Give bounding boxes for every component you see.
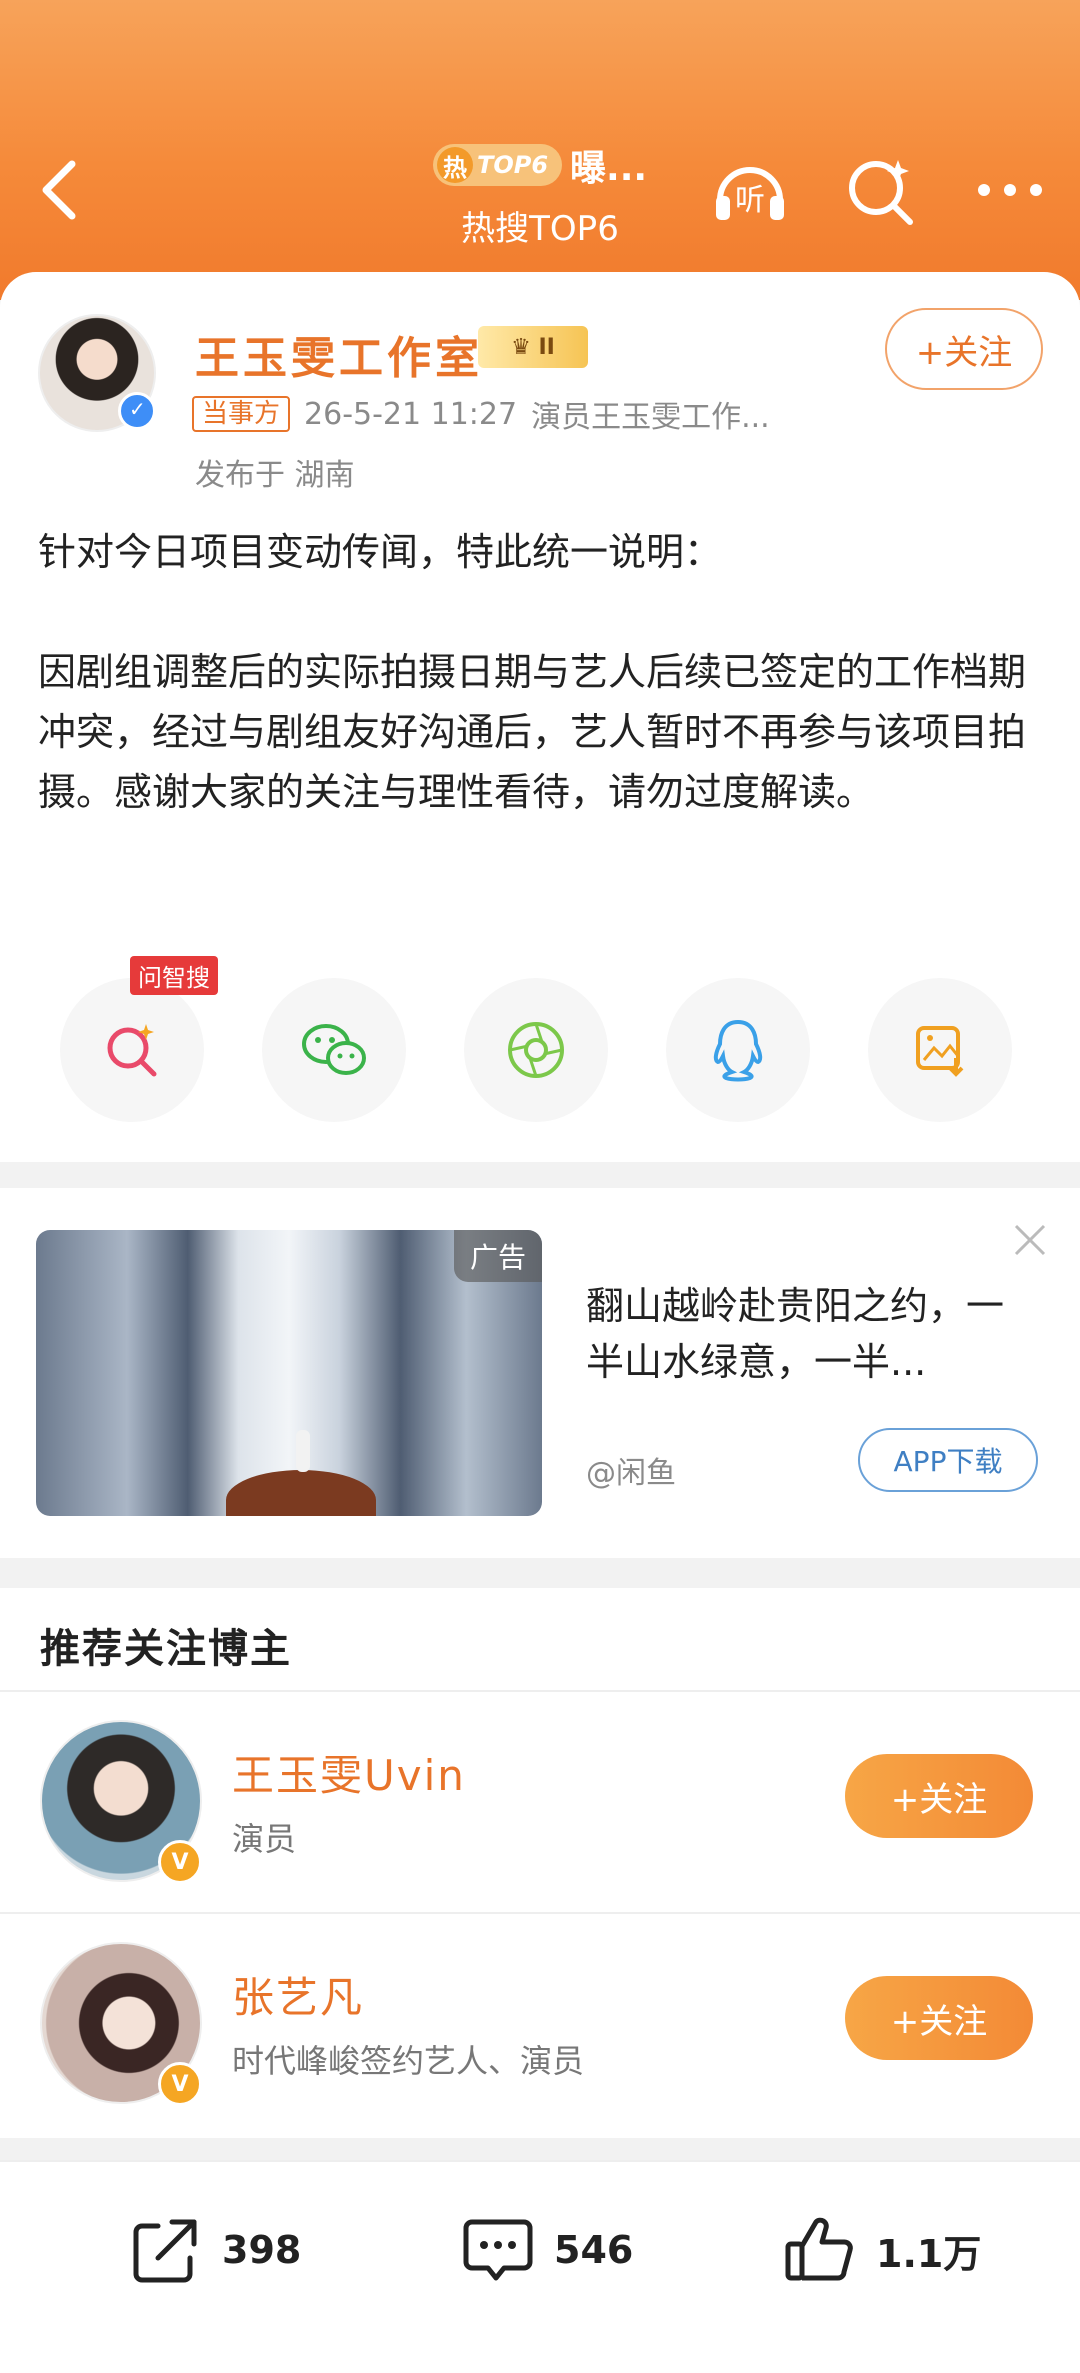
recommend-name[interactable]: 张艺凡 [232,1964,364,2025]
verified-icon [118,392,156,430]
save-image-icon [916,1026,964,1077]
recommend-name[interactable]: 王玉雯Uvin [232,1742,466,1803]
share-row: 问智搜 [60,956,1012,1122]
ad-image-rock [226,1470,376,1516]
moments-button[interactable] [464,978,608,1122]
repost-icon [133,2219,197,2283]
listen-label: 听 [735,183,765,218]
recommend-item[interactable]: V 王玉雯Uvin 演员 +关注 [0,1692,1080,1912]
app-download-button[interactable]: APP下载 [858,1428,1038,1492]
recommend-follow-button[interactable]: +关注 [845,1976,1033,2060]
comment-count: 546 [554,2228,634,2272]
comment-button[interactable]: 546 [460,2212,633,2288]
hot-topic-title: 曝... [570,148,648,189]
close-icon[interactable] [1010,1220,1050,1260]
more-icon[interactable] [970,150,1050,230]
post-card: 王玉雯工作室 ♛ II +关注 当事方 26-5-21 11:27 演员王玉雯工… [0,272,1080,1162]
post-text-line: 针对今日项目变动传闻，特此统一说明： [38,530,723,574]
ad-label: 广告 [453,1230,542,1282]
hot-rank-badge: 热 TOP6 [432,144,563,186]
listen-icon[interactable]: 听 [710,150,790,230]
post-meta: 当事方 26-5-21 11:27 演员王玉雯工作... [192,392,770,436]
qq-icon [713,1019,763,1082]
comment-icon [463,2219,533,2281]
hot-topic-subtitle: 热搜TOP6 [461,209,619,249]
hot-badge-rank: TOP6 [476,151,549,179]
like-icon [785,2217,853,2281]
post-time: 26-5-21 11:27 [304,396,518,432]
post-body: 针对今日项目变动传闻，特此统一说明： 因剧组调整后的实际拍摄日期与艺人后续已签定… [38,522,1043,822]
recommend-title: 推荐关注博主 [40,1626,292,1672]
ai-search-tag: 问智搜 [130,956,218,995]
qq-button[interactable] [666,978,810,1122]
vip-badge[interactable]: ♛ II [478,326,588,368]
recommend-desc: 演员 [232,1820,297,1858]
ad-card[interactable]: 广告 翻山越岭赴贵阳之约，一半山水绿意，一半... @闲鱼 APP下载 [0,1188,1080,1558]
follow-button[interactable]: +关注 [885,308,1043,390]
recommend-follow-button[interactable]: +关注 [845,1754,1033,1838]
recommend-desc: 时代峰峻签约艺人、演员 [232,2042,585,2080]
save-image-button[interactable] [868,978,1012,1122]
crown-icon: ♛ [511,334,539,360]
search-icon[interactable] [840,150,920,230]
ad-image-person [296,1430,310,1472]
author-name[interactable]: 王玉雯工作室 [195,322,483,386]
top-header: 热 TOP6 曝... 热搜TOP6 听 [0,0,1080,300]
verified-gold-icon: V [158,2062,202,2106]
publish-location: 发布于 湖南 [195,458,355,493]
back-icon[interactable] [30,150,90,230]
search-ai-icon [107,1024,157,1077]
post-text-paragraph: 因剧组调整后的实际拍摄日期与艺人后续已签定的工作档期冲突，经过与剧组友好沟通后，… [38,650,1027,814]
like-button[interactable]: 1.1万 [782,2212,981,2288]
bottom-action-bar: 398 546 1.1万 [0,2160,1080,2373]
hot-search-title[interactable]: 热 TOP6 曝... 热搜TOP6 [400,135,680,255]
repost-button[interactable]: 398 [128,2212,301,2288]
recommend-section: 推荐关注博主 V 王玉雯Uvin 演员 +关注 V 张艺凡 时代峰峻签约艺人、演… [0,1588,1080,2138]
ad-text[interactable]: 翻山越岭赴贵阳之约，一半山水绿意，一半... [586,1278,1036,1390]
verified-gold-icon: V [158,1840,202,1884]
party-tag: 当事方 [192,396,291,432]
recommend-item[interactable]: V 张艺凡 时代峰峻签约艺人、演员 +关注 [0,1914,1080,2134]
ad-image[interactable]: 广告 [36,1230,542,1516]
repost-count: 398 [222,2228,302,2272]
like-count: 1.1万 [876,2231,982,2276]
wechat-button[interactable] [262,978,406,1122]
post-source[interactable]: 演员王玉雯工作... [531,392,770,436]
wechat-icon [302,1024,366,1075]
vip-level: II [538,334,555,360]
hot-badge-char: 热 [436,147,473,183]
ad-source: @闲鱼 [586,1456,676,1491]
moments-icon [508,1022,564,1078]
search-ai-button[interactable]: 问智搜 [60,956,218,1122]
